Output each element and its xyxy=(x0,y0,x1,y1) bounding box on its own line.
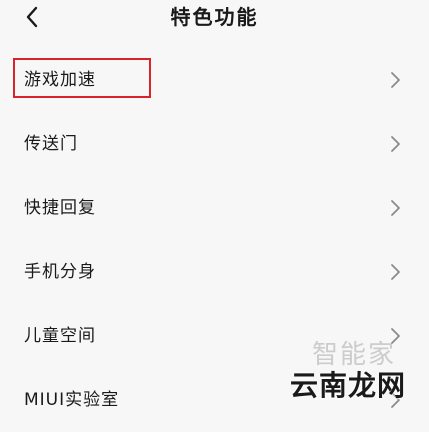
chevron-right-icon xyxy=(389,135,401,153)
page-title: 特色功能 xyxy=(170,5,259,29)
chevron-right-icon xyxy=(389,199,401,217)
list-item-label: 手机分身 xyxy=(24,262,96,282)
chevron-right-icon xyxy=(389,327,401,345)
list-item-label: MIUI实验室 xyxy=(24,390,120,410)
list-item-game-acceleration[interactable]: 游戏加速 xyxy=(0,48,429,112)
list-item-kids-space[interactable]: 儿童空间 xyxy=(0,304,429,368)
chevron-right-icon xyxy=(389,71,401,89)
list-item-portal[interactable]: 传送门 xyxy=(0,112,429,176)
list-item-label: 快捷回复 xyxy=(24,198,96,218)
list-item-label: 儿童空间 xyxy=(24,326,96,346)
list-item-miui-lab[interactable]: MIUI实验室 xyxy=(0,368,429,432)
list-item-dual-apps[interactable]: 手机分身 xyxy=(0,240,429,304)
chevron-right-icon xyxy=(389,263,401,281)
feature-list: 游戏加速 传送门 快捷回复 手机分身 儿童空间 MIUI实验室 xyxy=(0,48,429,432)
list-item-label: 游戏加速 xyxy=(24,70,96,90)
list-item-quick-reply[interactable]: 快捷回复 xyxy=(0,176,429,240)
chevron-right-icon xyxy=(389,391,401,409)
top-bar: 特色功能 xyxy=(0,0,429,36)
list-item-label: 传送门 xyxy=(24,134,78,154)
